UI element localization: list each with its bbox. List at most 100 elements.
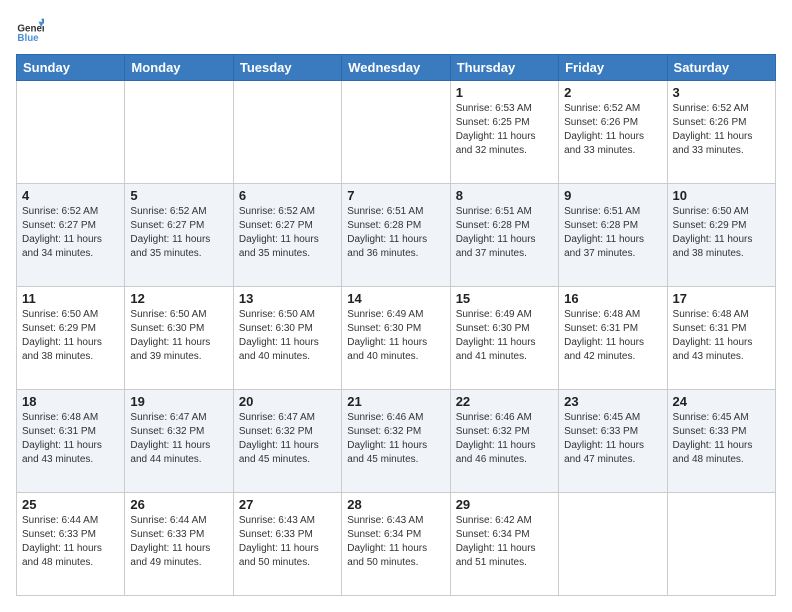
calendar-cell: 29 Sunrise: 6:42 AM Sunset: 6:34 PM Dayli… [450,493,558,596]
calendar-cell: 8 Sunrise: 6:51 AM Sunset: 6:28 PM Daylig… [450,184,558,287]
day-number: 21 [347,394,444,409]
day-info: Sunrise: 6:43 AM Sunset: 6:33 PM Dayligh… [239,514,336,570]
day-info: Sunrise: 6:53 AM Sunset: 6:25 PM Dayligh… [456,102,553,158]
calendar-cell: 13 Sunrise: 6:50 AM Sunset: 6:30 PM Dayli… [233,287,341,390]
day-info: Sunrise: 6:49 AM Sunset: 6:30 PM Dayligh… [347,308,444,364]
calendar-cell: 6 Sunrise: 6:52 AM Sunset: 6:27 PM Daylig… [233,184,341,287]
day-number: 12 [130,291,227,306]
day-number: 4 [22,188,119,203]
calendar-cell: 21 Sunrise: 6:46 AM Sunset: 6:32 PM Dayli… [342,390,450,493]
day-info: Sunrise: 6:47 AM Sunset: 6:32 PM Dayligh… [239,411,336,467]
day-number: 13 [239,291,336,306]
day-header-tuesday: Tuesday [233,55,341,81]
day-number: 23 [564,394,661,409]
calendar-cell: 12 Sunrise: 6:50 AM Sunset: 6:30 PM Dayli… [125,287,233,390]
day-info: Sunrise: 6:47 AM Sunset: 6:32 PM Dayligh… [130,411,227,467]
day-number: 17 [673,291,770,306]
day-number: 28 [347,497,444,512]
calendar-table: SundayMondayTuesdayWednesdayThursdayFrid… [16,54,776,596]
day-header-wednesday: Wednesday [342,55,450,81]
calendar-cell: 20 Sunrise: 6:47 AM Sunset: 6:32 PM Dayli… [233,390,341,493]
calendar-cell: 25 Sunrise: 6:44 AM Sunset: 6:33 PM Dayli… [17,493,125,596]
day-header-thursday: Thursday [450,55,558,81]
day-number: 20 [239,394,336,409]
calendar-cell: 2Sunrise: 6:52 AM Sunset: 6:26 PM Daylig… [559,81,667,184]
day-number: 8 [456,188,553,203]
day-number: 16 [564,291,661,306]
day-info: Sunrise: 6:48 AM Sunset: 6:31 PM Dayligh… [22,411,119,467]
day-number: 19 [130,394,227,409]
calendar-cell: 5 Sunrise: 6:52 AM Sunset: 6:27 PM Daylig… [125,184,233,287]
calendar-cell: 17 Sunrise: 6:48 AM Sunset: 6:31 PM Dayli… [667,287,775,390]
day-info: Sunrise: 6:51 AM Sunset: 6:28 PM Dayligh… [347,205,444,261]
calendar-cell: 9 Sunrise: 6:51 AM Sunset: 6:28 PM Daylig… [559,184,667,287]
day-info: Sunrise: 6:49 AM Sunset: 6:30 PM Dayligh… [456,308,553,364]
calendar-cell: 28 Sunrise: 6:43 AM Sunset: 6:34 PM Dayli… [342,493,450,596]
calendar-cell [125,81,233,184]
day-info: Sunrise: 6:52 AM Sunset: 6:27 PM Dayligh… [22,205,119,261]
logo-icon: General Blue [16,16,44,44]
day-number: 10 [673,188,770,203]
day-number: 3 [673,85,770,100]
calendar-cell: 15 Sunrise: 6:49 AM Sunset: 6:30 PM Dayli… [450,287,558,390]
day-info: Sunrise: 6:45 AM Sunset: 6:33 PM Dayligh… [564,411,661,467]
day-info: Sunrise: 6:51 AM Sunset: 6:28 PM Dayligh… [564,205,661,261]
day-number: 9 [564,188,661,203]
day-info: Sunrise: 6:50 AM Sunset: 6:29 PM Dayligh… [22,308,119,364]
calendar-cell: 10 Sunrise: 6:50 AM Sunset: 6:29 PM Dayli… [667,184,775,287]
day-info: Sunrise: 6:46 AM Sunset: 6:32 PM Dayligh… [347,411,444,467]
day-number: 22 [456,394,553,409]
day-number: 29 [456,497,553,512]
day-info: Sunrise: 6:52 AM Sunset: 6:26 PM Dayligh… [673,102,770,158]
day-number: 6 [239,188,336,203]
calendar-cell: 26 Sunrise: 6:44 AM Sunset: 6:33 PM Dayli… [125,493,233,596]
day-info: Sunrise: 6:46 AM Sunset: 6:32 PM Dayligh… [456,411,553,467]
calendar-cell [17,81,125,184]
calendar-cell [342,81,450,184]
calendar-cell [667,493,775,596]
day-info: Sunrise: 6:48 AM Sunset: 6:31 PM Dayligh… [673,308,770,364]
logo: General Blue [16,16,44,44]
calendar-cell: 24Sunrise: 6:45 AM Sunset: 6:33 PM Dayli… [667,390,775,493]
day-number: 14 [347,291,444,306]
calendar-cell: 16 Sunrise: 6:48 AM Sunset: 6:31 PM Dayli… [559,287,667,390]
day-info: Sunrise: 6:50 AM Sunset: 6:30 PM Dayligh… [130,308,227,364]
day-info: Sunrise: 6:44 AM Sunset: 6:33 PM Dayligh… [130,514,227,570]
calendar-cell: 27 Sunrise: 6:43 AM Sunset: 6:33 PM Dayli… [233,493,341,596]
day-info: Sunrise: 6:52 AM Sunset: 6:27 PM Dayligh… [239,205,336,261]
calendar-cell: 11 Sunrise: 6:50 AM Sunset: 6:29 PM Dayli… [17,287,125,390]
day-number: 15 [456,291,553,306]
day-info: Sunrise: 6:42 AM Sunset: 6:34 PM Dayligh… [456,514,553,570]
day-info: Sunrise: 6:50 AM Sunset: 6:29 PM Dayligh… [673,205,770,261]
calendar-cell: 1 Sunrise: 6:53 AM Sunset: 6:25 PM Daylig… [450,81,558,184]
day-header-friday: Friday [559,55,667,81]
day-info: Sunrise: 6:52 AM Sunset: 6:27 PM Dayligh… [130,205,227,261]
calendar-cell: 4 Sunrise: 6:52 AM Sunset: 6:27 PM Daylig… [17,184,125,287]
calendar-cell: 19 Sunrise: 6:47 AM Sunset: 6:32 PM Dayli… [125,390,233,493]
calendar-cell: 7 Sunrise: 6:51 AM Sunset: 6:28 PM Daylig… [342,184,450,287]
calendar-cell: 3 Sunrise: 6:52 AM Sunset: 6:26 PM Daylig… [667,81,775,184]
day-info: Sunrise: 6:44 AM Sunset: 6:33 PM Dayligh… [22,514,119,570]
day-number: 25 [22,497,119,512]
day-number: 27 [239,497,336,512]
calendar-cell: 23 Sunrise: 6:45 AM Sunset: 6:33 PM Dayli… [559,390,667,493]
day-number: 7 [347,188,444,203]
day-info: Sunrise: 6:52 AM Sunset: 6:26 PM Dayligh… [564,102,661,158]
day-number: 1 [456,85,553,100]
day-header-sunday: Sunday [17,55,125,81]
day-header-saturday: Saturday [667,55,775,81]
page: General Blue SundayMondayTuesdayWednesda… [0,0,792,612]
day-info: Sunrise: 6:51 AM Sunset: 6:28 PM Dayligh… [456,205,553,261]
day-number: 11 [22,291,119,306]
day-info: Sunrise: 6:48 AM Sunset: 6:31 PM Dayligh… [564,308,661,364]
day-info: Sunrise: 6:43 AM Sunset: 6:34 PM Dayligh… [347,514,444,570]
header: General Blue [16,16,776,44]
day-number: 26 [130,497,227,512]
day-header-monday: Monday [125,55,233,81]
day-number: 5 [130,188,227,203]
day-number: 18 [22,394,119,409]
calendar-cell: 14 Sunrise: 6:49 AM Sunset: 6:30 PM Dayli… [342,287,450,390]
day-number: 24 [673,394,770,409]
day-info: Sunrise: 6:50 AM Sunset: 6:30 PM Dayligh… [239,308,336,364]
calendar-cell: 22 Sunrise: 6:46 AM Sunset: 6:32 PM Dayli… [450,390,558,493]
